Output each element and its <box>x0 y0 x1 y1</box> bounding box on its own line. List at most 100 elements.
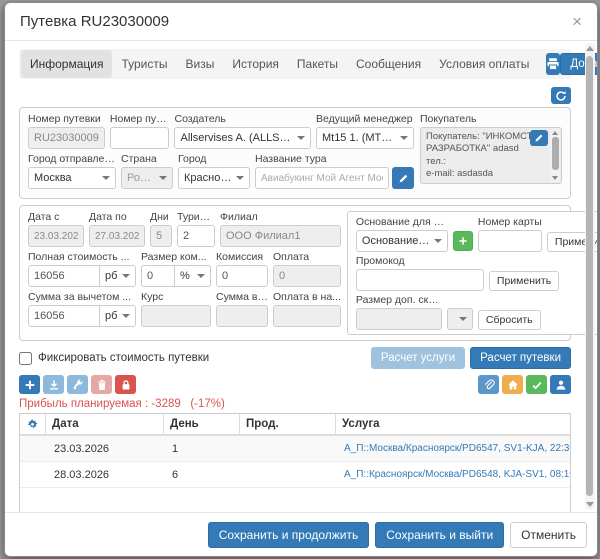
add-discount-reason-button[interactable] <box>453 231 473 251</box>
edit-service-button[interactable] <box>67 375 88 394</box>
creator-label: Создатель <box>174 113 310 125</box>
days-label: Дни <box>150 211 172 223</box>
buyer-line: Покупатель: "ИНКОМСТАР <box>426 131 545 143</box>
rate-field <box>141 305 211 327</box>
table-row[interactable]: 28.03.2026 6 А_П::Красноярск/Москва/PD65… <box>20 462 570 488</box>
delete-service-button[interactable] <box>91 375 112 394</box>
printer-icon <box>546 57 560 71</box>
column-header-date: Дата <box>46 414 164 434</box>
tourists-field[interactable] <box>177 225 215 247</box>
full-cost-field[interactable] <box>28 265 100 287</box>
apply-promo-button[interactable]: Применить <box>489 271 559 291</box>
page-background: Путевка RU23030009 × Информация Туристы … <box>0 0 600 559</box>
voucher-number2-field[interactable] <box>110 127 170 149</box>
save-exit-button[interactable]: Сохранить и выйти <box>375 522 504 548</box>
print-button[interactable] <box>546 53 560 75</box>
branch-field <box>220 225 341 247</box>
calc-voucher-button[interactable]: Расчет путевки <box>470 347 571 369</box>
rate-label: Курс <box>141 291 211 303</box>
buyer-scrollbar[interactable] <box>550 129 560 182</box>
download-service-button[interactable] <box>43 375 64 394</box>
services-table-header: Дата День Прод. Услуга <box>20 414 570 436</box>
tab-payment-terms[interactable]: Условия оплаты <box>430 50 538 78</box>
extra-discount-field <box>356 308 442 330</box>
modal-scrollbar[interactable] <box>585 43 595 510</box>
chevron-down-icon <box>102 176 110 180</box>
wrench-icon <box>72 379 84 391</box>
scroll-down-icon <box>552 176 558 180</box>
promo-code-field[interactable] <box>356 269 484 291</box>
creator-select[interactable]: Allservises A. (ALLSERVICES) <box>174 127 310 149</box>
voucher-number-field <box>28 127 105 149</box>
promo-code-label: Промокод <box>356 255 484 267</box>
edit-buyer-button[interactable] <box>530 130 548 146</box>
commission-unit-select[interactable]: % <box>175 265 211 287</box>
commission-size-field[interactable] <box>141 265 175 287</box>
manager-label: Ведущий менеджер <box>316 113 414 125</box>
scroll-up-icon <box>586 46 594 51</box>
cancel-button[interactable]: Отменить <box>510 522 587 548</box>
trash-icon <box>96 379 108 391</box>
add-service-button[interactable] <box>19 375 40 394</box>
lock-service-button[interactable] <box>115 375 136 394</box>
refresh-button[interactable] <box>551 87 571 104</box>
fix-cost-label: Фиксировать стоимость путевки <box>38 352 209 364</box>
modal-body: Информация Туристы Визы История Пакеты С… <box>5 41 597 512</box>
voucher-modal: Путевка RU23030009 × Информация Туристы … <box>4 2 598 557</box>
tab-visas[interactable]: Визы <box>177 50 224 78</box>
tab-history[interactable]: История <box>223 50 288 78</box>
buyer-line: e-mail: asdasda <box>426 168 545 180</box>
payment-field <box>273 265 341 287</box>
gear-icon <box>26 418 39 431</box>
full-cost-label: Полная стоимость ... <box>28 251 136 263</box>
amount-in-currency-label: Сумма в на... <box>216 291 268 303</box>
table-settings-button[interactable] <box>20 414 46 434</box>
payment-in-currency-field <box>273 305 341 327</box>
chevron-down-icon <box>197 274 205 278</box>
chevron-down-icon <box>122 274 130 278</box>
table-row[interactable]: 23.03.2026 1 А_П::Москва/Красноярск/PD65… <box>20 436 570 462</box>
fix-cost-row: Фиксировать стоимость путевки Расчет усл… <box>19 347 571 369</box>
net-amount-currency-select[interactable]: рб <box>100 305 136 327</box>
modal-title: Путевка RU23030009 <box>20 13 169 30</box>
home-button[interactable] <box>502 375 523 394</box>
confirm-button[interactable] <box>526 375 547 394</box>
tab-packages[interactable]: Пакеты <box>288 50 347 78</box>
fix-cost-checkbox[interactable] <box>19 352 32 365</box>
manager-select[interactable]: Mt15 1. (MT15) <box>316 127 414 149</box>
service-link[interactable]: А_П::Москва/Красноярск/PD6547, SV1-KJA, … <box>336 443 570 454</box>
buyer-info-panel: Покупатель: "ИНКОМСТАР РАЗРАБОТКА" adasd… <box>420 127 562 184</box>
tour-name-field[interactable] <box>255 167 389 189</box>
buyer-line: тел.: <box>426 156 545 168</box>
tourist-assign-button[interactable] <box>550 375 571 394</box>
discount-box: Основание для скидки Основание не о... Н… <box>347 211 597 335</box>
row-day: 6 <box>164 469 240 481</box>
card-number-field[interactable] <box>478 230 542 252</box>
tab-information[interactable]: Информация <box>21 50 112 78</box>
chevron-down-icon <box>297 136 305 140</box>
net-amount-field[interactable] <box>28 305 100 327</box>
tab-messages[interactable]: Сообщения <box>347 50 430 78</box>
tab-tourists[interactable]: Туристы <box>112 50 176 78</box>
city-select[interactable]: Красноярск <box>178 167 250 189</box>
chevron-down-icon <box>122 314 130 318</box>
country-label: Страна <box>121 153 173 165</box>
calc-service-button: Расчет услуги <box>371 347 465 369</box>
service-link[interactable]: А_П::Красноярск/Москва/PD6548, KJA-SV1, … <box>336 469 570 480</box>
full-cost-currency-select[interactable]: рб <box>100 265 136 287</box>
save-continue-button[interactable]: Сохранить и продолжить <box>208 522 369 548</box>
edit-tour-name-button[interactable] <box>392 167 414 189</box>
discount-reason-select[interactable]: Основание не о... <box>356 230 448 252</box>
close-icon[interactable]: × <box>572 13 582 30</box>
commission-label: Комиссия <box>216 251 268 263</box>
scroll-up-icon <box>552 131 558 135</box>
tab-bar: Информация Туристы Визы История Пакеты С… <box>19 49 571 79</box>
buyer-line: РАЗРАБОТКА" adasd <box>426 143 545 155</box>
departure-city-select[interactable]: Москва <box>28 167 116 189</box>
planned-profit-text: Прибыль планируемая : -3289 (-17%) <box>19 398 571 410</box>
commission-field[interactable] <box>216 265 268 287</box>
net-amount-label: Сумма за вычетом ... <box>28 291 136 303</box>
date-to-label: Дата по <box>89 211 145 223</box>
reset-discount-button[interactable]: Сбросить <box>478 310 541 330</box>
attach-button[interactable] <box>478 375 499 394</box>
